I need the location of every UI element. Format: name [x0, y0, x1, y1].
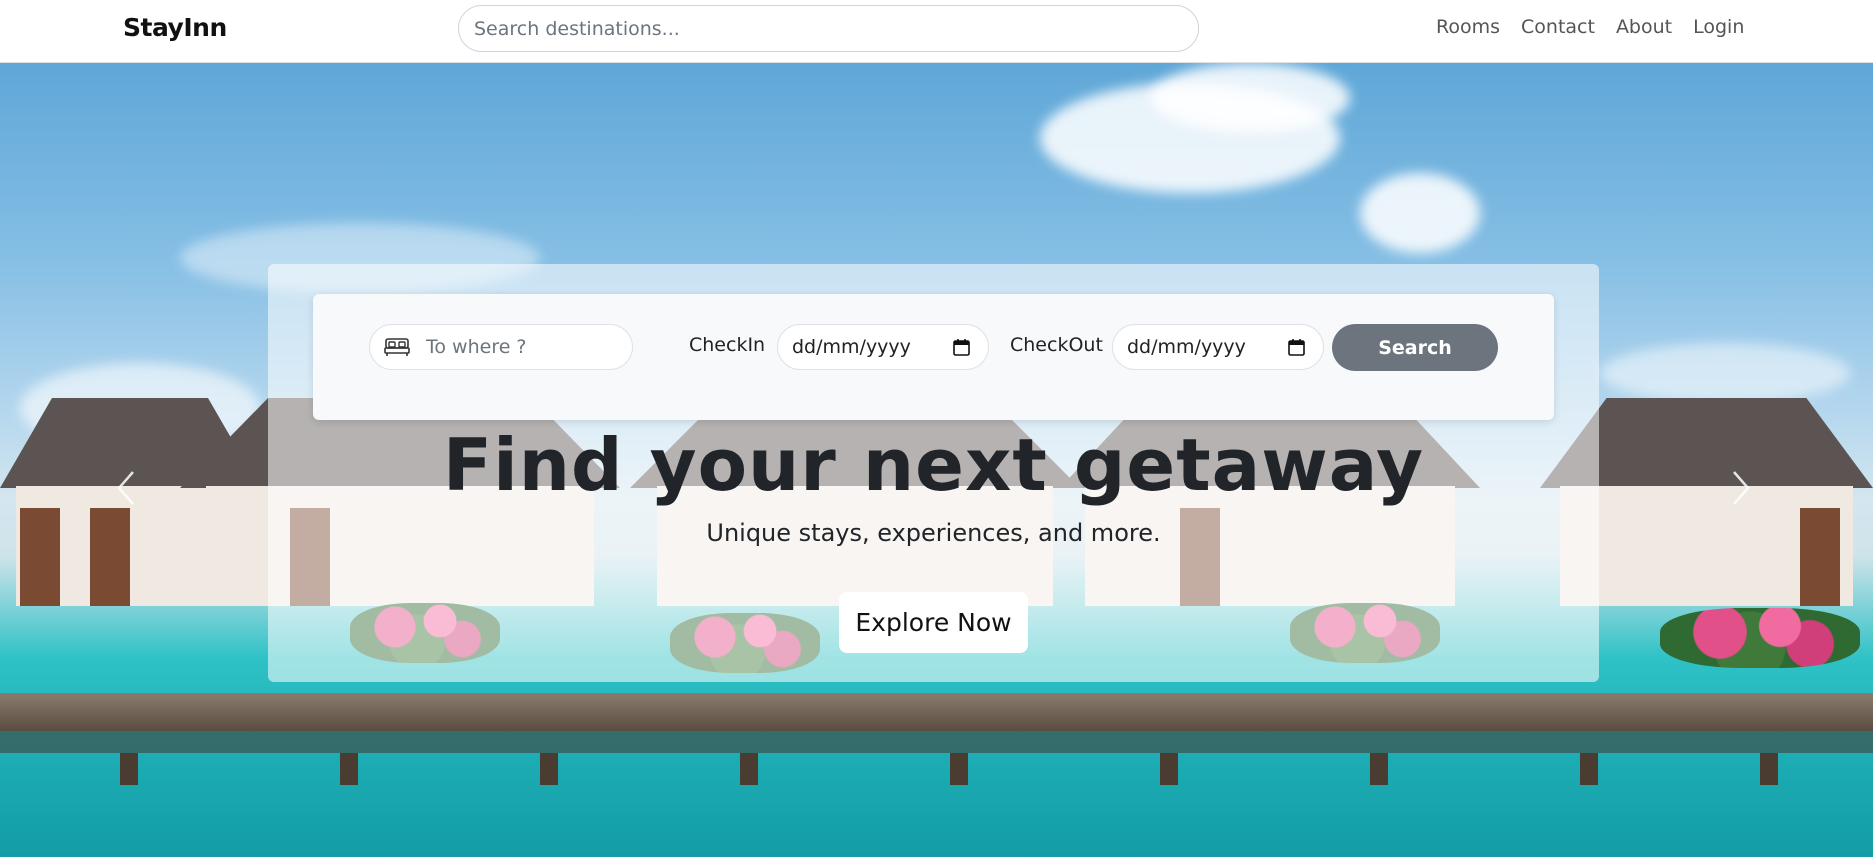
checkin-date-input[interactable]: dd/mm/yyyy: [777, 324, 989, 370]
checkout-date-value: dd/mm/yyyy: [1127, 336, 1246, 358]
nav-link-about[interactable]: About: [1616, 16, 1672, 38]
brand-logo[interactable]: StayInn: [123, 13, 227, 42]
chevron-left-icon[interactable]: [115, 470, 137, 516]
checkin-date-value: dd/mm/yyyy: [792, 336, 911, 358]
where-field[interactable]: [369, 324, 633, 370]
search-button[interactable]: Search: [1332, 324, 1498, 371]
booking-search-form: CheckIn dd/mm/yyyy CheckOut dd/mm/yyyy S…: [313, 294, 1554, 420]
checkout-date-input[interactable]: dd/mm/yyyy: [1112, 324, 1324, 370]
hero-headline: Find your next getaway: [442, 423, 1425, 507]
bed-icon: [384, 337, 410, 357]
nav-link-rooms[interactable]: Rooms: [1436, 16, 1500, 38]
nav-links: Rooms Contact About Login: [1436, 16, 1744, 38]
where-input[interactable]: [426, 325, 626, 369]
chevron-right-icon[interactable]: [1730, 470, 1752, 516]
nav-link-login[interactable]: Login: [1693, 16, 1744, 38]
navbar: StayInn Rooms Contact About Login: [0, 0, 1873, 63]
calendar-icon[interactable]: [953, 338, 970, 356]
nav-link-contact[interactable]: Contact: [1521, 16, 1595, 38]
explore-now-button[interactable]: Explore Now: [839, 592, 1028, 653]
checkout-label: CheckOut: [1010, 334, 1103, 356]
calendar-icon[interactable]: [1288, 338, 1305, 356]
checkin-label: CheckIn: [689, 334, 766, 356]
destination-search-input[interactable]: [458, 5, 1199, 52]
hero-subline: Unique stays, experiences, and more.: [706, 519, 1161, 547]
